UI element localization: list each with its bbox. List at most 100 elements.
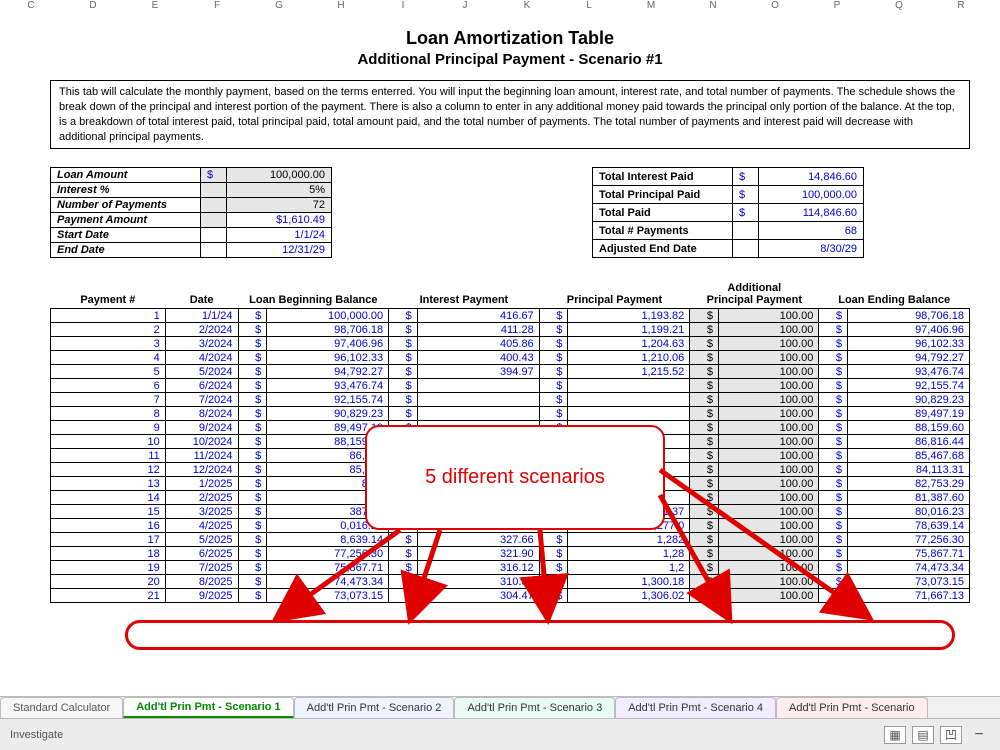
view-page-layout-icon[interactable]: ▤ bbox=[912, 726, 934, 744]
cell-payment-num[interactable]: 12 bbox=[51, 463, 166, 477]
col-letter[interactable]: J bbox=[434, 0, 496, 18]
cell-payment-num[interactable]: 17 bbox=[51, 533, 166, 547]
table-row[interactable]: 175/2025$8,639.14$327.66$1,282$100.00$77… bbox=[51, 533, 970, 547]
cell-principal[interactable] bbox=[568, 379, 690, 393]
col-letter[interactable]: N bbox=[682, 0, 744, 18]
cell-principal[interactable]: 1,306.02 bbox=[568, 589, 690, 603]
cell-additional-principal[interactable]: 100.00 bbox=[718, 477, 818, 491]
cell-date[interactable]: 7/2025 bbox=[165, 561, 238, 575]
cell-payment-num[interactable]: 20 bbox=[51, 575, 166, 589]
table-row[interactable]: 77/2024$92,155.74$$$100.00$90,829.23 bbox=[51, 393, 970, 407]
cell-date[interactable]: 7/2024 bbox=[165, 393, 238, 407]
table-row[interactable]: 88/2024$90,829.23$$$100.00$89,497.19 bbox=[51, 407, 970, 421]
cell-date[interactable]: 2/2025 bbox=[165, 491, 238, 505]
cell-date[interactable]: 4/2024 bbox=[165, 351, 238, 365]
zoom-out-icon[interactable]: − bbox=[968, 726, 990, 744]
col-letter[interactable]: Q bbox=[868, 0, 930, 18]
cell-interest[interactable]: 416.67 bbox=[417, 309, 539, 323]
cell-ending-balance[interactable]: 89,497.19 bbox=[848, 407, 970, 421]
cell-payment-num[interactable]: 13 bbox=[51, 477, 166, 491]
cell-payment-num[interactable]: 6 bbox=[51, 379, 166, 393]
cell-payment-num[interactable]: 18 bbox=[51, 547, 166, 561]
cell-principal[interactable]: 1,300.18 bbox=[568, 575, 690, 589]
cell-interest[interactable] bbox=[417, 379, 539, 393]
view-page-break-icon[interactable]: 凹 bbox=[940, 726, 962, 744]
cell-date[interactable]: 9/2025 bbox=[165, 589, 238, 603]
col-letter[interactable]: C bbox=[0, 0, 62, 18]
cell-date[interactable]: 8/2024 bbox=[165, 407, 238, 421]
table-row[interactable]: 33/2024$97,406.96$405.86$1,204.63$100.00… bbox=[51, 337, 970, 351]
col-letter[interactable]: M bbox=[620, 0, 682, 18]
cell-date[interactable]: 8/2025 bbox=[165, 575, 238, 589]
cell-interest[interactable] bbox=[417, 393, 539, 407]
cell-additional-principal[interactable]: 100.00 bbox=[718, 393, 818, 407]
col-letter[interactable]: P bbox=[806, 0, 868, 18]
cell-payment-num[interactable]: 14 bbox=[51, 491, 166, 505]
tab-standard-calculator[interactable]: Standard Calculator bbox=[0, 697, 123, 718]
cell-date[interactable]: 6/2025 bbox=[165, 547, 238, 561]
tab-scenario-1[interactable]: Add'tl Prin Pmt - Scenario 1 bbox=[123, 697, 293, 718]
col-letter[interactable]: H bbox=[310, 0, 372, 18]
cell-interest[interactable]: 310.31 bbox=[417, 575, 539, 589]
cell-interest[interactable]: 400.43 bbox=[417, 351, 539, 365]
cell-payment-num[interactable]: 19 bbox=[51, 561, 166, 575]
cell-payment-num[interactable]: 8 bbox=[51, 407, 166, 421]
cell-ending-balance[interactable]: 81,387.60 bbox=[848, 491, 970, 505]
cell-payment-num[interactable]: 5 bbox=[51, 365, 166, 379]
cell-additional-principal[interactable]: 100.00 bbox=[718, 337, 818, 351]
cell-beginning-balance[interactable]: 98,706.18 bbox=[267, 323, 389, 337]
cell-ending-balance[interactable]: 84,113.31 bbox=[848, 463, 970, 477]
tab-scenario-3[interactable]: Add'tl Prin Pmt - Scenario 3 bbox=[454, 697, 615, 718]
cell-ending-balance[interactable]: 86,816.44 bbox=[848, 435, 970, 449]
cell-interest[interactable]: 405.86 bbox=[417, 337, 539, 351]
cell-beginning-balance[interactable]: 94,792.27 bbox=[267, 365, 389, 379]
table-row[interactable]: 66/2024$93,476.74$$$100.00$92,155.74 bbox=[51, 379, 970, 393]
cell-ending-balance[interactable]: 96,102.33 bbox=[848, 337, 970, 351]
cell-additional-principal[interactable]: 100.00 bbox=[718, 323, 818, 337]
cell-payment-num[interactable]: 2 bbox=[51, 323, 166, 337]
table-row[interactable]: 197/2025$75,867.71$316.12$1,2$100.00$74,… bbox=[51, 561, 970, 575]
cell-additional-principal[interactable]: 100.00 bbox=[718, 351, 818, 365]
cell-beginning-balance[interactable]: 97,406.96 bbox=[267, 337, 389, 351]
col-letter[interactable]: O bbox=[744, 0, 806, 18]
cell-payment-num[interactable]: 16 bbox=[51, 519, 166, 533]
cell-principal[interactable]: 1,204.63 bbox=[568, 337, 690, 351]
cell-date[interactable]: 1/2025 bbox=[165, 477, 238, 491]
cell-additional-principal[interactable]: 100.00 bbox=[718, 547, 818, 561]
cell-date[interactable]: 6/2024 bbox=[165, 379, 238, 393]
cell-beginning-balance[interactable]: 77,256.30 bbox=[267, 547, 389, 561]
cell-date[interactable]: 3/2025 bbox=[165, 505, 238, 519]
table-row[interactable]: 44/2024$96,102.33$400.43$1,210.06$100.00… bbox=[51, 351, 970, 365]
cell-date[interactable]: 5/2024 bbox=[165, 365, 238, 379]
cell-ending-balance[interactable]: 82,753.29 bbox=[848, 477, 970, 491]
cell-additional-principal[interactable]: 100.00 bbox=[718, 407, 818, 421]
cell-ending-balance[interactable]: 85,467.68 bbox=[848, 449, 970, 463]
col-letter[interactable]: E bbox=[124, 0, 186, 18]
cell-principal[interactable]: 1,282 bbox=[568, 533, 690, 547]
cell-ending-balance[interactable]: 71,667.13 bbox=[848, 589, 970, 603]
cell-beginning-balance[interactable]: 74,473.34 bbox=[267, 575, 389, 589]
cell-date[interactable]: 11/2024 bbox=[165, 449, 238, 463]
cell-principal[interactable]: 1,2 bbox=[568, 561, 690, 575]
cell-ending-balance[interactable]: 94,792.27 bbox=[848, 351, 970, 365]
cell-date[interactable]: 3/2024 bbox=[165, 337, 238, 351]
cell-payment-num[interactable]: 15 bbox=[51, 505, 166, 519]
cell-beginning-balance[interactable]: 90,829.23 bbox=[267, 407, 389, 421]
tab-scenario-4[interactable]: Add'tl Prin Pmt - Scenario 4 bbox=[615, 697, 776, 718]
cell-date[interactable]: 2/2024 bbox=[165, 323, 238, 337]
cell-beginning-balance[interactable]: 92,155.74 bbox=[267, 393, 389, 407]
table-row[interactable]: 186/2025$77,256.30$321.90$1,28$100.00$75… bbox=[51, 547, 970, 561]
cell-additional-principal[interactable]: 100.00 bbox=[718, 379, 818, 393]
cell-additional-principal[interactable]: 100.00 bbox=[718, 589, 818, 603]
cell-beginning-balance[interactable]: 93,476.74 bbox=[267, 379, 389, 393]
cell-date[interactable]: 10/2024 bbox=[165, 435, 238, 449]
cell-payment-num[interactable]: 10 bbox=[51, 435, 166, 449]
cell-principal[interactable]: 1,193.82 bbox=[568, 309, 690, 323]
cell-payment-num[interactable]: 21 bbox=[51, 589, 166, 603]
col-letter[interactable]: F bbox=[186, 0, 248, 18]
cell-additional-principal[interactable]: 100.00 bbox=[718, 449, 818, 463]
view-normal-icon[interactable]: ▦ bbox=[884, 726, 906, 744]
col-letter[interactable]: L bbox=[558, 0, 620, 18]
cell-ending-balance[interactable]: 93,476.74 bbox=[848, 365, 970, 379]
cell-interest[interactable]: 316.12 bbox=[417, 561, 539, 575]
